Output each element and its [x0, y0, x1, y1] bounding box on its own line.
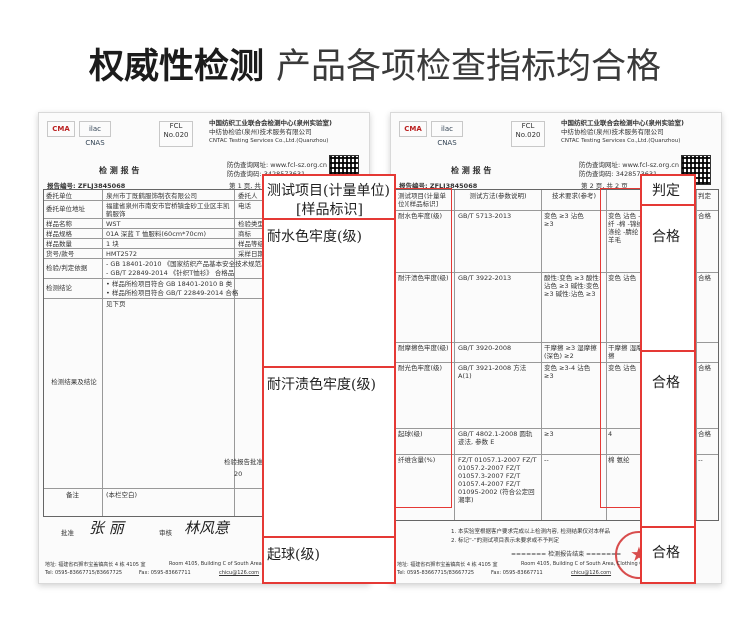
- row-label: 货号/款号: [46, 250, 75, 258]
- footer-fax: Fax: 0595-83667711: [491, 570, 543, 576]
- row-judge: 合格: [698, 430, 711, 438]
- ilac-logo: ilac CNAS: [79, 121, 111, 147]
- row-label: 检验/判定依据: [46, 264, 88, 272]
- row-value: 1 块: [106, 240, 119, 248]
- approve-label: 批准: [61, 529, 74, 537]
- row-value: - GB 18401-2010 《国家纺织产品基本安全技术规范》B: [106, 260, 273, 268]
- callout-judgment: 判定 合格 合格 合格: [640, 174, 696, 584]
- row-req: 干摩擦 ≥3 湿摩擦(深色) ≥2: [544, 344, 597, 360]
- cma-logo: CMA: [47, 121, 75, 137]
- row-judge: --: [698, 456, 703, 464]
- fcl-logo: FCL No.020: [511, 121, 545, 147]
- row-req: 酸性:变色 ≥3 酸性:沾色 ≥3 碱性:变色 ≥3 碱性:沾色 ≥3: [544, 274, 602, 298]
- row-value: • 样品所检项目符合 GB 18401-2010 B 类: [106, 280, 233, 288]
- remark-value: (本栏空白): [106, 491, 138, 499]
- row-label: 样品名称: [46, 220, 72, 228]
- report-title: 检 测 报 告: [99, 166, 140, 175]
- callout-item-pilling: 起球(级): [267, 547, 320, 563]
- row-extra: 商标: [238, 230, 251, 238]
- row-method: GB/T 3920-2008: [458, 344, 512, 352]
- row-label: 样品规格: [46, 230, 72, 238]
- callout-result-2: 合格: [652, 375, 680, 391]
- row-extra: 检验类型: [238, 220, 264, 228]
- footer-address-en: Room 4105, Building C of South Area, Clo…: [521, 561, 650, 567]
- headline-thin: 产品各项检查指标均合格: [276, 47, 662, 87]
- ilac-logo: ilac CNAS: [431, 121, 463, 147]
- callout-result-3: 合格: [652, 545, 680, 561]
- review-label: 审核: [159, 529, 172, 537]
- callout-header-line2: [样品标识]: [296, 202, 363, 218]
- row-label: 委托单位地址: [46, 205, 85, 213]
- cma-logo: CMA: [399, 121, 427, 137]
- see-below-text: 见下页: [106, 300, 126, 308]
- row-judge: 合格: [698, 364, 711, 372]
- row-method: GB/T 3921-2008 方法 A(1): [458, 364, 527, 380]
- row-value: - GB/T 22849-2014 《针织T恤衫》 合格品: [106, 269, 235, 277]
- row-method: GB/T 3922-2013: [458, 274, 512, 282]
- footer-email: chicu@126.com: [219, 570, 260, 576]
- row-value: 泉州市丁既鹤服饰制衣有限公司: [106, 192, 197, 200]
- org-name-cn: 中国纺织工业联合会检测中心(泉州实验室): [561, 119, 684, 127]
- row-judge: 合格: [698, 274, 711, 282]
- org-name-en: CNTAC Testing Services Co.,Ltd.(Quanzhou…: [561, 138, 681, 144]
- row-label: 样品数量: [46, 240, 72, 248]
- report-title: 检 测 报 告: [451, 166, 492, 175]
- note-2: 2. 标记“-”的测试项目表示未要求或不予判定: [451, 538, 560, 544]
- row-label: 委托单位: [46, 192, 72, 200]
- report-end: ======= 检测报告结束 =======: [511, 551, 622, 558]
- row-method: GB/T 5713-2013: [458, 212, 512, 220]
- footer-address: 地址: 福建省石狮市宝盖镇高长 4 栋 4105 室: [397, 562, 498, 568]
- row-extra: 采样日期: [238, 250, 264, 258]
- callout-item-water-fastness: 耐水色牢度(级): [267, 229, 362, 245]
- result-label: 检测结果及结论: [51, 378, 97, 386]
- org-name-en: CNTAC Testing Services Co.,Ltd.(Quanzhou…: [209, 138, 329, 144]
- footer-fax: Fax: 0595-83667711: [139, 570, 191, 576]
- callout-judgment-header: 判定: [652, 183, 680, 199]
- callout-test-items: 测试项目(计量单位) [样品标识] 耐水色牢度(级) 耐汗渍色牢度(级) 起球(…: [262, 174, 396, 584]
- row-method: FZ/T 01057.1-2007 FZ/T 01057.2-2007 FZ/T…: [458, 456, 537, 504]
- row-req: 变色 ≥3-4 沾色 ≥3: [544, 364, 591, 380]
- footer-tel: Tel: 0595-83667715/83667725: [45, 570, 123, 576]
- row-extra: 样品等级: [238, 240, 264, 248]
- highlight-column-item: [394, 188, 452, 508]
- row-method: GB/T 4802.1-2008 圆轨迹法, 参数 E: [458, 430, 533, 446]
- row-value: WST: [106, 220, 121, 228]
- org-name-cn2: 中纺协检验(泉州)技术服务有限公司: [561, 128, 664, 136]
- footer-address: 地址: 福建省石狮市宝盖镇高长 4 栋 4105 室: [45, 562, 146, 568]
- highlight-column-measured: [600, 188, 644, 508]
- col-header-req: 技术要求(参考): [551, 192, 597, 200]
- signature-approver: 张 丽: [89, 519, 124, 537]
- row-value: 01A 深蓝 T 恤服料(60cm*70cm): [106, 230, 207, 238]
- row-extra: 委托人: [238, 192, 258, 200]
- row-value: HMT2572: [106, 250, 138, 258]
- org-name-cn2: 中纺协检验(泉州)技术服务有限公司: [209, 128, 312, 136]
- approval-date-value: 20: [234, 470, 243, 478]
- row-label: 检测结论: [46, 284, 72, 292]
- remark-label: 备注: [66, 491, 79, 499]
- right-org-info: 中国纺织工业联合会检测中心(泉州实验室) 中纺协检验(泉州)技术服务有限公司 C…: [561, 119, 684, 146]
- signature-reviewer: 林风意: [184, 519, 230, 537]
- row-req: ≥3: [544, 430, 554, 438]
- note-1: 1. 本实验室根据客户要求完成以上检测内容, 检测结果仅对本样品: [451, 529, 610, 535]
- row-value: • 样品所检项目符合 GB/T 22849-2014 合格: [106, 289, 239, 297]
- footer-email: chicu@126.com: [571, 570, 612, 576]
- headline-bold: 权威性检测: [88, 47, 264, 87]
- row-extra: 电话: [238, 202, 251, 210]
- row-req: --: [544, 456, 549, 464]
- col-header-method: 测试方法(参数说明): [469, 192, 527, 200]
- callout-result-1: 合格: [652, 229, 680, 245]
- org-name-cn: 中国纺织工业联合会检测中心(泉州实验室): [209, 119, 332, 127]
- callout-item-sweat-fastness: 耐汗渍色牢度(级): [267, 377, 376, 393]
- left-org-info: 中国纺织工业联合会检测中心(泉州实验室) 中纺协检验(泉州)技术服务有限公司 C…: [209, 119, 332, 146]
- footer-tel: Tel: 0595-83667715/83667725: [397, 570, 475, 576]
- row-judge: 合格: [698, 212, 711, 220]
- callout-header-line1: 测试项目(计量单位): [267, 183, 390, 199]
- col-header-judge: 判定: [698, 192, 711, 200]
- row-req: 变色 ≥3 沾色 ≥3: [544, 212, 584, 228]
- page-headline: 权威性检测 产品各项检查指标均合格: [0, 0, 750, 110]
- fcl-logo: FCL No.020: [159, 121, 193, 147]
- row-value: 福建省泉州市南安市官桥镇金砂工业区丰凯鹤服饰: [106, 202, 230, 218]
